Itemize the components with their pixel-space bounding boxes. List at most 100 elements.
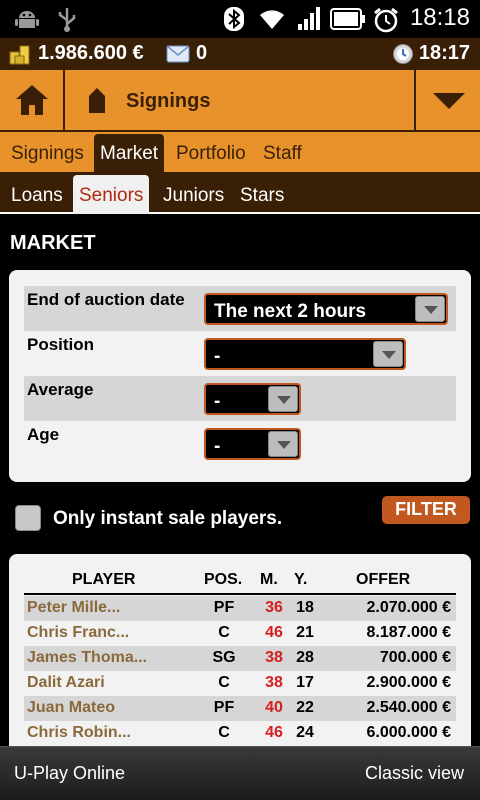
filter-row-position: Position - xyxy=(24,331,456,376)
menu-dropdown-button[interactable] xyxy=(414,70,480,130)
message-count: 0 xyxy=(196,42,208,64)
select-value: - xyxy=(214,436,221,457)
player-average: 46 xyxy=(265,624,283,641)
header-bar: Signings xyxy=(0,70,480,132)
tab-loans[interactable]: Loans xyxy=(5,175,69,214)
filter-label: Average xyxy=(27,380,94,399)
header-player[interactable]: PLAYER xyxy=(72,571,135,589)
table-row[interactable]: Chris Robin... C 46 24 6.000.000 € xyxy=(24,721,456,746)
primary-tabs: Signings Market Portfolio Staff xyxy=(0,132,480,172)
position-select[interactable]: - xyxy=(204,338,406,370)
chevron-down-icon xyxy=(268,386,298,412)
header-age[interactable]: Y. xyxy=(294,571,307,589)
alarm-icon xyxy=(372,6,400,39)
tab-staff[interactable]: Staff xyxy=(257,134,308,172)
chevron-down-icon xyxy=(268,431,298,457)
average-select[interactable]: - xyxy=(204,383,301,415)
tab-seniors[interactable]: Seniors xyxy=(73,175,150,214)
player-name[interactable]: Chris Franc... xyxy=(27,624,129,642)
player-age: 24 xyxy=(296,724,314,741)
coins-icon xyxy=(8,42,32,71)
table-row[interactable]: Peter Mille... PF 36 18 2.070.000 € xyxy=(24,596,456,621)
money-amount: 1.986.600 € xyxy=(38,42,144,64)
tab-juniors[interactable]: Juniors xyxy=(157,175,230,214)
player-age: 22 xyxy=(296,699,314,716)
money-bar: 1.986.600 € 0 18:17 xyxy=(0,38,480,70)
filter-label: Age xyxy=(27,425,60,444)
tab-portfolio[interactable]: Portfolio xyxy=(170,134,252,172)
usb-icon xyxy=(54,6,80,37)
signal-icon xyxy=(296,6,322,37)
player-offer: 2.900.000 € xyxy=(366,674,451,691)
instant-sale-label: Only instant sale players. xyxy=(53,508,283,529)
player-position: PF xyxy=(213,699,235,716)
filter-button[interactable]: FILTER xyxy=(382,496,470,524)
player-name[interactable]: Peter Mille... xyxy=(27,599,120,617)
wifi-icon xyxy=(258,6,286,37)
player-average: 46 xyxy=(265,724,283,741)
tab-market[interactable]: Market xyxy=(94,134,165,172)
players-table: PLAYER POS. M. Y. OFFER Peter Mille... P… xyxy=(9,554,471,754)
player-average: 38 xyxy=(265,649,283,666)
classic-view-link[interactable]: Classic view xyxy=(365,763,464,784)
clock-icon xyxy=(392,43,414,70)
header-offer[interactable]: OFFER xyxy=(356,571,410,589)
filter-row-age: Age - xyxy=(24,421,456,466)
player-age: 21 xyxy=(296,624,314,641)
player-position: SG xyxy=(212,649,236,666)
player-position: C xyxy=(218,624,230,641)
player-average: 38 xyxy=(265,674,283,691)
header-average[interactable]: M. xyxy=(260,571,278,589)
select-value: - xyxy=(214,346,221,367)
tab-stars[interactable]: Stars xyxy=(234,175,290,214)
table-row[interactable]: James Thoma... SG 38 28 700.000 € xyxy=(24,646,456,671)
chevron-down-icon xyxy=(415,296,445,322)
section-title: Signings xyxy=(126,90,211,112)
player-position: PF xyxy=(213,599,235,616)
status-bar: 18:18 xyxy=(0,0,480,38)
game-time: 18:17 xyxy=(418,42,470,64)
player-name[interactable]: Juan Mateo xyxy=(27,699,115,717)
select-value: - xyxy=(214,391,221,412)
age-select[interactable]: - xyxy=(204,428,301,460)
building-icon xyxy=(86,86,108,119)
player-name[interactable]: Chris Robin... xyxy=(27,724,131,742)
mail-icon[interactable] xyxy=(166,45,190,68)
player-offer: 8.187.000 € xyxy=(366,624,451,641)
filter-row-auction-date: End of auction date The next 2 hours xyxy=(24,286,456,331)
table-row[interactable]: Dalit Azari C 38 17 2.900.000 € xyxy=(24,671,456,696)
filter-label: End of auction date xyxy=(27,290,185,309)
table-row[interactable]: Chris Franc... C 46 21 8.187.000 € xyxy=(24,621,456,646)
instant-sale-checkbox[interactable] xyxy=(15,505,41,531)
home-button[interactable] xyxy=(0,70,65,130)
player-average: 40 xyxy=(265,699,283,716)
tab-signings[interactable]: Signings xyxy=(5,134,90,172)
player-position: C xyxy=(218,674,230,691)
battery-icon xyxy=(330,8,366,35)
player-offer: 2.070.000 € xyxy=(366,599,451,616)
bluetooth-icon xyxy=(222,6,246,37)
home-icon xyxy=(14,83,50,122)
auction-date-select[interactable]: The next 2 hours xyxy=(204,293,448,325)
player-offer: 6.000.000 € xyxy=(366,724,451,741)
player-average: 36 xyxy=(265,599,283,616)
page-title: MARKET xyxy=(10,232,96,254)
filter-row-average: Average - xyxy=(24,376,456,421)
android-debug-icon xyxy=(14,6,40,37)
status-time: 18:18 xyxy=(409,4,470,31)
player-offer: 700.000 € xyxy=(379,649,451,666)
app-name-link[interactable]: U-Play Online xyxy=(14,763,125,784)
table-row[interactable]: Juan Mateo PF 40 22 2.540.000 € xyxy=(24,696,456,721)
bottom-bar: U-Play Online Classic view xyxy=(0,746,480,800)
header-position[interactable]: POS. xyxy=(204,571,242,589)
table-header: PLAYER POS. M. Y. OFFER xyxy=(24,569,456,595)
player-position: C xyxy=(218,724,230,741)
select-value: The next 2 hours xyxy=(214,301,367,322)
chevron-down-icon xyxy=(373,341,403,367)
player-name[interactable]: Dalit Azari xyxy=(27,674,105,692)
player-age: 17 xyxy=(296,674,314,691)
player-offer: 2.540.000 € xyxy=(366,699,451,716)
filter-label: Position xyxy=(27,335,95,354)
player-name[interactable]: James Thoma... xyxy=(27,649,147,667)
filter-panel: End of auction date The next 2 hours Pos… xyxy=(9,270,471,482)
